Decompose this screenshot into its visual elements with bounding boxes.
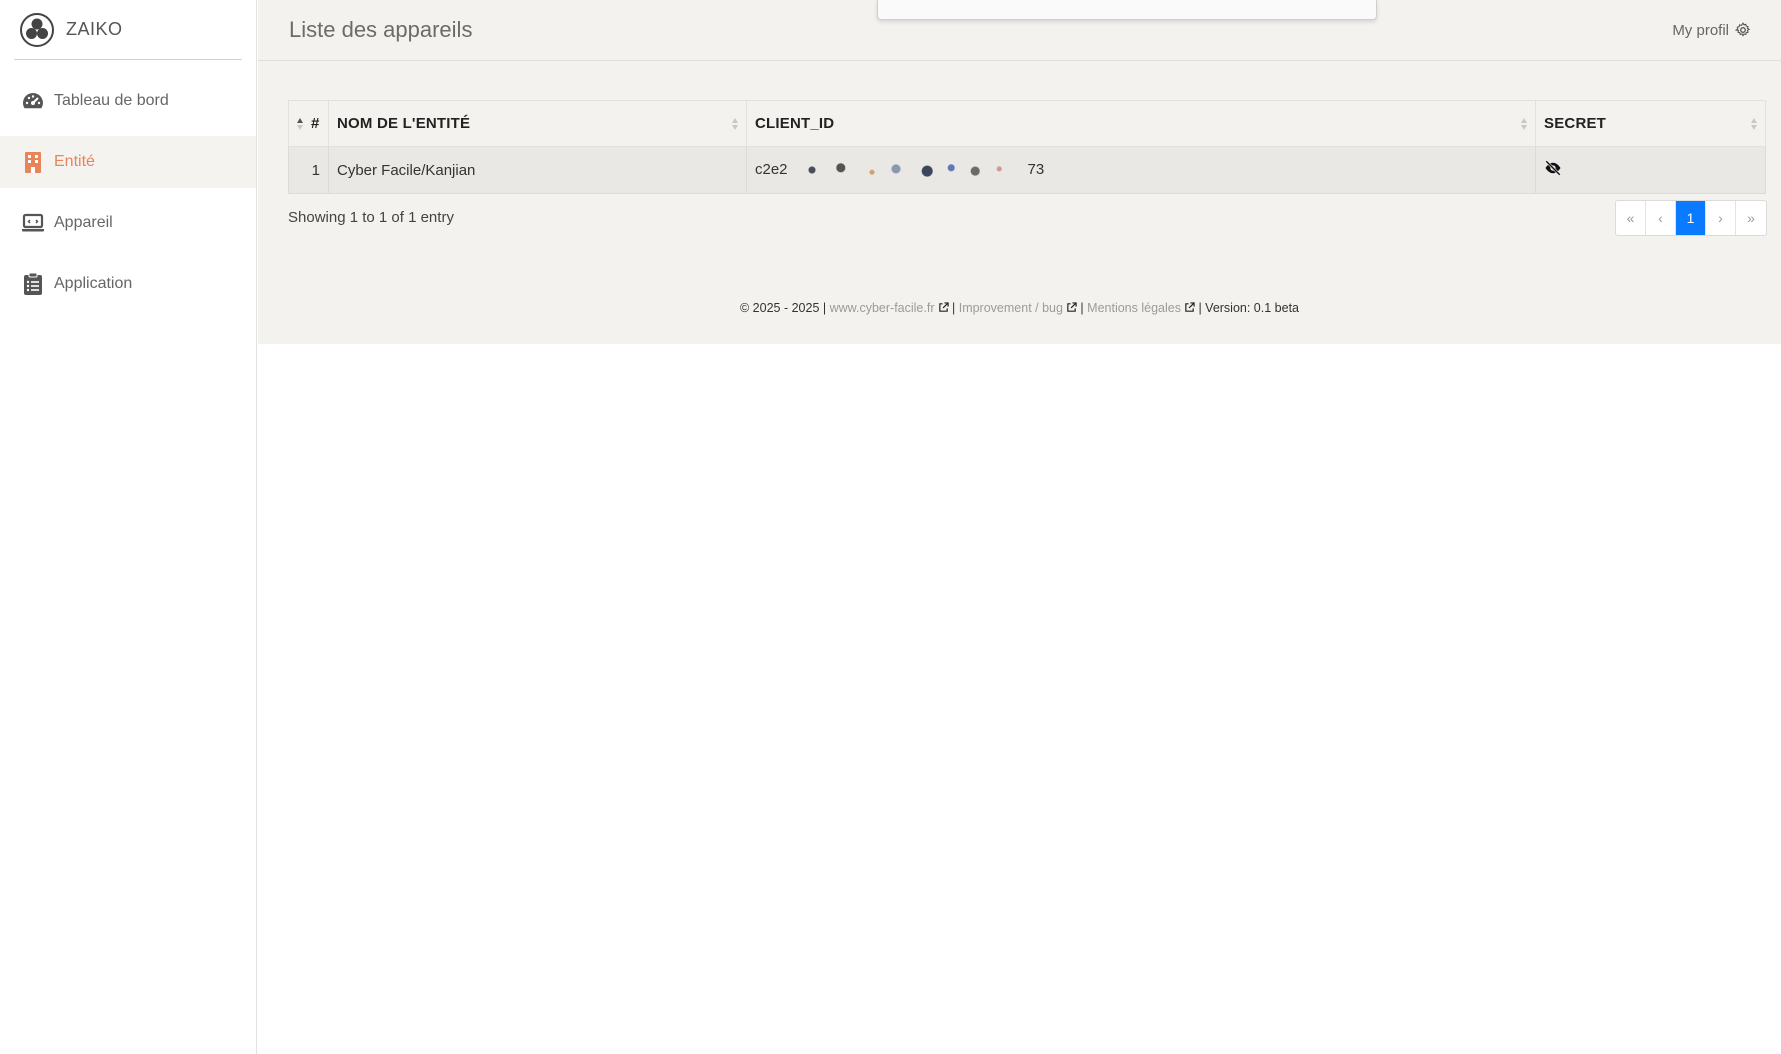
footer-separator: |: [951, 301, 956, 315]
sidebar-item-label: Appareil: [54, 214, 113, 231]
client-id-prefix: c2e2: [755, 160, 788, 178]
pagination: « ‹ 1 › »: [1615, 200, 1767, 236]
profile-button[interactable]: My profil: [1672, 22, 1751, 39]
footer-version: | Version: 0.1 beta: [1198, 301, 1299, 315]
sort-icon: [1521, 117, 1529, 131]
client-id-suffix: 73: [1027, 160, 1045, 178]
sidebar-nav: Tableau de bord Entité Appareil Applicat…: [0, 75, 256, 310]
eye-slash-icon[interactable]: [1544, 160, 1562, 176]
footer-site-link[interactable]: www.cyber-facile.fr: [830, 301, 935, 315]
table-info: Showing 1 to 1 of 1 entry: [288, 209, 454, 226]
external-link-icon: [1185, 302, 1195, 312]
column-header-index[interactable]: #: [288, 100, 329, 147]
page-next-button[interactable]: ›: [1706, 201, 1736, 235]
building-icon: [20, 149, 46, 175]
cell-index: 1: [288, 146, 329, 194]
column-header-entity-name[interactable]: NOM DE L'ENTITÉ: [328, 100, 747, 147]
column-header-client-id[interactable]: CLIENT_ID: [746, 100, 1536, 147]
logo-icon: [20, 12, 54, 47]
sidebar: ZAIKO Tableau de bord Entité Appareil Ap…: [0, 0, 257, 1054]
sidebar-item-label: Application: [54, 275, 133, 292]
sidebar-item-entite[interactable]: Entité: [0, 136, 256, 188]
page-first-button[interactable]: «: [1616, 201, 1646, 235]
clipboard-list-icon: [20, 271, 46, 297]
brand-name: ZAIKO: [66, 19, 123, 39]
cell-secret: [1535, 146, 1766, 194]
sidebar-item-appareil[interactable]: Appareil: [0, 197, 256, 249]
redacted-client-id: [787, 159, 1028, 181]
dropdown-popup: [877, 0, 1377, 20]
dashboard-gauge-icon: [20, 88, 46, 114]
footer-legal-link[interactable]: Mentions légales: [1087, 301, 1181, 315]
table-row[interactable]: 1 Cyber Facile/Kanjian c2e2 73: [288, 146, 1766, 194]
page-last-button[interactable]: »: [1736, 201, 1766, 235]
cell-entity-name: Cyber Facile/Kanjian: [328, 146, 747, 194]
sidebar-item-application[interactable]: Application: [0, 258, 256, 310]
page-current-button[interactable]: 1: [1676, 201, 1706, 235]
footer-copyright: © 2025 - 2025 |: [739, 301, 827, 315]
sort-icon: [1751, 117, 1759, 131]
footer: © 2025 - 2025 | www.cyber-facile.fr | Im…: [258, 301, 1781, 315]
sidebar-item-label: Tableau de bord: [54, 92, 169, 109]
page-title: Liste des appareils: [289, 17, 473, 42]
cell-client-id: c2e2 73: [746, 146, 1536, 194]
external-link-icon: [1067, 302, 1077, 312]
column-header-secret[interactable]: SECRET: [1535, 100, 1766, 147]
sidebar-item-label: Entité: [54, 153, 95, 170]
brand[interactable]: ZAIKO: [14, 0, 242, 60]
external-link-icon: [938, 302, 949, 312]
footer-improvement-link[interactable]: Improvement / bug: [959, 301, 1063, 315]
devices-table: # NOM DE L'ENTITÉ CLIENT_ID SECRET 1 Cyb…: [288, 100, 1766, 194]
sidebar-item-tableau-de-bord[interactable]: Tableau de bord: [0, 75, 256, 127]
sort-icon: [297, 117, 305, 131]
main-content: Liste des appareils My profil # NOM DE L…: [258, 0, 1781, 344]
devices-table-wrapper: # NOM DE L'ENTITÉ CLIENT_ID SECRET 1 Cyb…: [288, 100, 1766, 194]
page-prev-button[interactable]: ‹: [1646, 201, 1676, 235]
laptop-icon: [20, 210, 46, 236]
footer-separator: |: [1080, 301, 1084, 315]
table-header-row: # NOM DE L'ENTITÉ CLIENT_ID SECRET: [288, 100, 1766, 147]
gear-icon: [1735, 22, 1751, 37]
profile-label: My profil: [1672, 21, 1729, 39]
sort-icon: [732, 117, 740, 131]
